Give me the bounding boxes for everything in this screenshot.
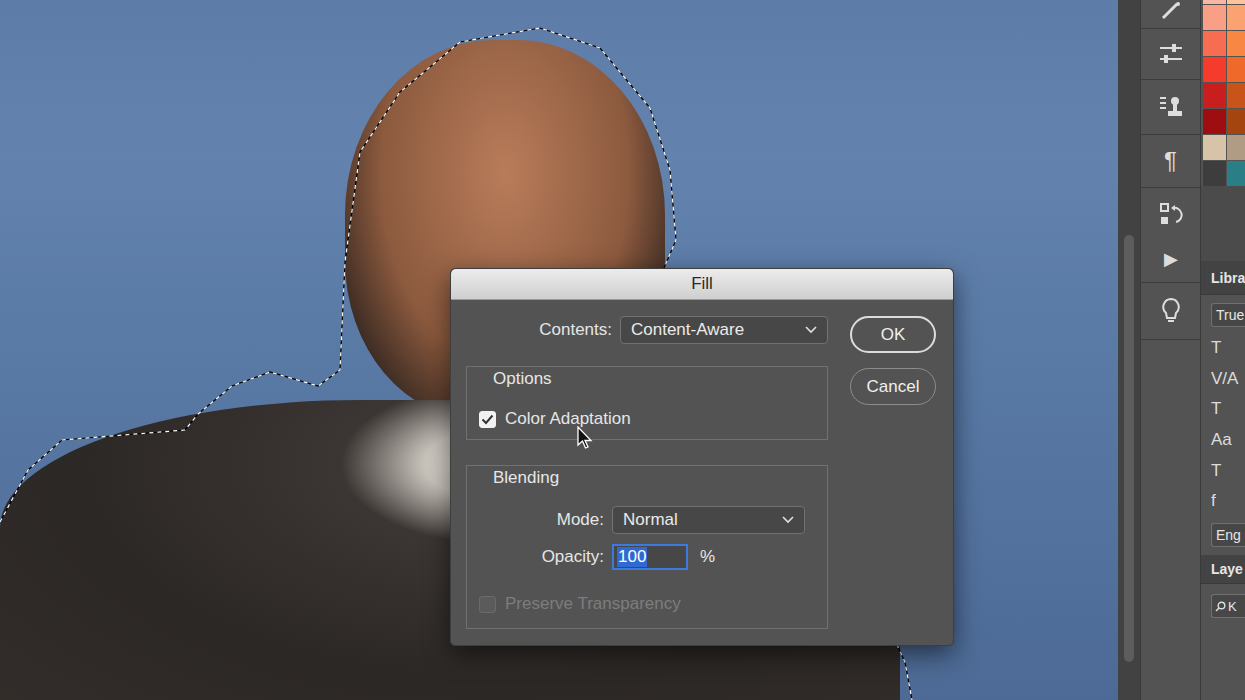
color-swatch[interactable] [1203, 161, 1226, 186]
mode-dropdown[interactable]: Normal [612, 506, 805, 534]
dialog-title: Fill [691, 274, 713, 294]
color-swatch[interactable] [1227, 57, 1245, 82]
character-panel: T V/A T Aa Tf [1201, 327, 1245, 515]
color-swatch[interactable] [1203, 31, 1226, 56]
checkbox-box [479, 596, 496, 613]
clone-source-icon[interactable] [1158, 94, 1184, 120]
search-icon [1215, 601, 1226, 612]
color-swatch[interactable] [1227, 161, 1245, 186]
libraries-tab-band: Libra [1201, 261, 1245, 295]
preserve-transparency-checkbox: Preserve Transparency [475, 594, 819, 614]
color-swatch[interactable] [1227, 83, 1245, 108]
opacity-unit: % [700, 547, 715, 567]
blending-legend: Blending [475, 468, 819, 488]
character-setting-icon[interactable]: f [1211, 492, 1245, 511]
color-swatch[interactable] [1227, 0, 1245, 4]
panel-toolbar: ¶▶ [1140, 0, 1200, 700]
chevron-down-icon [782, 516, 794, 524]
opacity-label: Opacity: [475, 547, 604, 567]
chevron-down-icon [805, 326, 817, 334]
color-swatch[interactable] [1203, 0, 1226, 4]
contents-dropdown[interactable]: Content-Aware [620, 316, 828, 344]
library-select[interactable]: True [1211, 303, 1245, 327]
character-setting-icon[interactable]: T [1211, 462, 1245, 481]
character-setting-icon[interactable]: T [1211, 400, 1245, 419]
layers-tab[interactable]: Laye [1211, 561, 1243, 577]
history-icon[interactable] [1159, 202, 1183, 228]
checkbox-box [479, 411, 496, 428]
options-legend: Options [475, 369, 819, 389]
color-swatch[interactable] [1227, 109, 1245, 134]
color-swatch[interactable] [1227, 5, 1245, 30]
color-swatch[interactable] [1203, 83, 1226, 108]
color-swatch[interactable] [1203, 5, 1226, 30]
adjustments-icon[interactable] [1158, 43, 1184, 65]
color-swatch[interactable] [1203, 57, 1226, 82]
contents-label: Contents: [466, 320, 612, 340]
swatches-panel [1201, 0, 1245, 186]
scrollbar-thumb[interactable] [1124, 235, 1134, 662]
layers-tab-band: Laye [1201, 555, 1245, 584]
right-panels: Libra True T V/A T Aa Tf Eng Laye K [1200, 0, 1245, 700]
color-swatch[interactable] [1227, 31, 1245, 56]
color-swatch[interactable] [1203, 135, 1226, 160]
character-setting-icon[interactable]: T [1211, 339, 1245, 358]
color-swatch[interactable] [1227, 135, 1245, 160]
layers-filter[interactable]: K [1211, 594, 1245, 618]
fill-dialog: Fill Contents: Content-Aware Options Color A… [450, 268, 954, 646]
document-canvas[interactable]: Fill Contents: Content-Aware Options Color A… [0, 0, 1118, 700]
actions-play-icon[interactable]: ▶ [1164, 250, 1178, 268]
opacity-field[interactable]: 100 [612, 544, 688, 570]
check-icon [481, 414, 494, 425]
dialog-button[interactable]: Cancel [850, 368, 936, 405]
blending-group: Blending Mode: Normal Opacity: 100% Preserve … [466, 465, 828, 629]
paragraph-icon[interactable]: ¶ [1164, 149, 1177, 173]
vertical-scrollbar[interactable] [1118, 0, 1140, 700]
dialog-title-bar[interactable]: Fill [451, 269, 953, 300]
language-select[interactable]: Eng [1211, 523, 1245, 547]
color-swatch[interactable] [1203, 109, 1226, 134]
character-setting-icon[interactable]: V/A [1211, 370, 1245, 389]
brush-icon[interactable] [1159, 2, 1183, 20]
dialog-button[interactable]: OK [850, 316, 936, 353]
mode-label: Mode: [475, 510, 604, 530]
color-adaptation-checkbox[interactable]: Color Adaptation [475, 409, 819, 429]
libraries-tab[interactable]: Libra [1211, 270, 1245, 286]
options-group: Options Color Adaptation [466, 366, 828, 440]
character-setting-icon[interactable]: Aa [1211, 431, 1245, 450]
photoshop-window: Fill Contents: Content-Aware Options Color A… [0, 0, 1245, 700]
mouse-pointer-icon [577, 426, 593, 450]
lightbulb-icon[interactable] [1161, 297, 1181, 325]
